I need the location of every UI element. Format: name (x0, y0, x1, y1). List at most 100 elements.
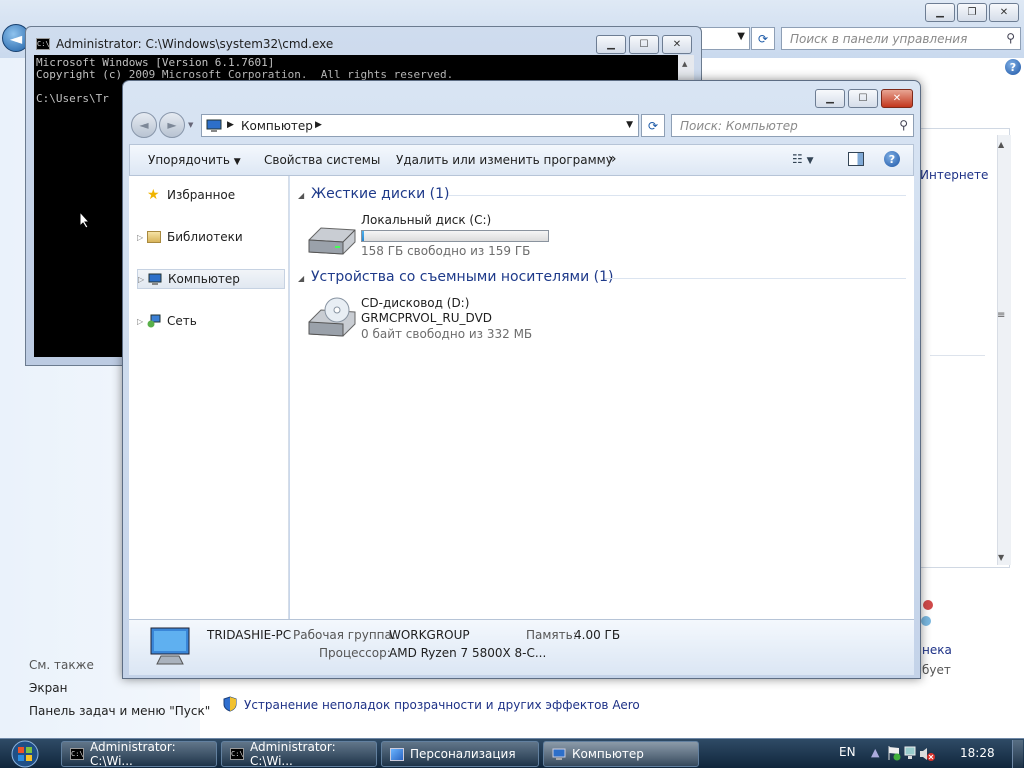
cp-right-link[interactable]: Интернете (920, 168, 988, 182)
refresh-icon[interactable]: ⟳ (751, 27, 775, 50)
drive-c-usage-fill (362, 231, 364, 241)
display-link[interactable]: Экран (29, 681, 67, 695)
system-properties-button[interactable]: Свойства системы (264, 153, 380, 167)
recent-pages-icon[interactable]: ▼ (188, 121, 193, 129)
computer-icon (206, 119, 222, 133)
help-icon[interactable]: ? (1005, 59, 1021, 75)
organize-button[interactable]: Упорядочить ▼ (148, 153, 241, 167)
cmd-maximize-button[interactable]: ☐ (629, 35, 659, 54)
explorer-maximize-button[interactable]: ☐ (848, 89, 878, 108)
drive-c-usage-bar (361, 230, 549, 242)
uninstall-program-button[interactable]: Удалить или изменить программу (396, 153, 613, 167)
drive-c-name[interactable]: Локальный диск (C:) (361, 213, 491, 227)
start-button[interactable] (5, 739, 45, 768)
language-indicator[interactable]: EN (839, 745, 856, 759)
dropdown-arrow-icon: ▼ (233, 157, 241, 167)
refresh-icon[interactable]: ⟳ (641, 114, 665, 137)
cmd-icon: C:\ (230, 748, 244, 760)
explorer-close-button[interactable]: ✕ (881, 89, 913, 108)
cp-right-fragment-2: бует (922, 663, 951, 677)
scroll-up-icon[interactable]: ▲ (678, 60, 687, 68)
cp-address-bar[interactable]: ▼ (700, 27, 750, 50)
dropdown-arrow-icon[interactable]: ▼ (626, 120, 633, 130)
cmd-title: Administrator: C:\Windows\system32\cmd.e… (56, 37, 334, 51)
taskbar-start-link[interactable]: Панель задач и меню "Пуск" (29, 704, 210, 718)
drive-c-free-space: 158 ГБ свободно из 159 ГБ (361, 244, 531, 258)
scroll-up-icon[interactable]: ▲ (998, 140, 1004, 149)
cp-scrollbar[interactable] (997, 135, 1011, 565)
task-computer[interactable]: Компьютер (543, 741, 699, 767)
preview-pane-icon[interactable] (848, 152, 864, 166)
help-icon: ? (884, 151, 900, 167)
forward-button[interactable]: ► (159, 112, 185, 138)
cmd-icon: C:\ (70, 748, 84, 760)
clock[interactable]: 18:28 (960, 746, 995, 760)
cp-restore-button[interactable]: ❐ (957, 3, 987, 22)
drive-d-label: GRMCPRVOL_RU_DVD (361, 311, 493, 325)
hard-drive-icon[interactable] (305, 218, 359, 258)
cpu-value: AMD Ryzen 7 5800X 8-C... (389, 646, 547, 660)
nav-favorites[interactable]: ★ Избранное (137, 185, 285, 205)
expand-arrow-icon[interactable]: ▷ (137, 317, 147, 326)
expand-arrow-icon[interactable]: ▷ (138, 275, 148, 284)
scroll-down-icon[interactable]: ▼ (998, 553, 1004, 562)
drive-d-name[interactable]: CD-дисковод (D:) (361, 296, 469, 310)
group-heading-hard-drives[interactable]: Жесткие диски (1) (311, 186, 449, 202)
details-pane: TRIDASHIE-PC Рабочая группа: WORKGROUP П… (129, 619, 914, 675)
group-heading-removable[interactable]: Устройства со съемными носителями (1) (311, 269, 613, 285)
show-hidden-icons-icon[interactable]: ▲ (871, 746, 879, 759)
cp-minimize-button[interactable]: ▁ (925, 3, 955, 22)
search-icon[interactable]: ⚲ (1006, 31, 1015, 45)
view-options-icon[interactable]: ☷ ▼ (792, 152, 814, 166)
task-cmd-1[interactable]: C:\ Administrator: C:\Wi... (61, 740, 217, 768)
cmd-line: C:\Users\Tr (36, 92, 109, 105)
collapse-arrow-icon[interactable]: ◢ (298, 274, 304, 283)
workgroup-value: WORKGROUP (389, 628, 470, 642)
nav-computer[interactable]: ▷ Компьютер (137, 269, 285, 289)
divider (930, 355, 985, 356)
windows-logo-icon (11, 740, 39, 768)
explorer-minimize-button[interactable]: ▁ (815, 89, 845, 108)
cmd-close-button[interactable]: ✕ (662, 35, 692, 54)
collapse-arrow-icon[interactable]: ◢ (298, 191, 304, 200)
show-desktop-button[interactable] (1012, 740, 1023, 768)
network-icon[interactable] (903, 746, 917, 760)
cp-right-fragment-1[interactable]: нека (922, 643, 952, 657)
taskbar: C:\ Administrator: C:\Wi... C:\ Administra… (0, 738, 1024, 768)
cmd-icon: C:\ (36, 38, 50, 50)
memory-value: 4.00 ГБ (574, 628, 621, 642)
computer-icon (148, 273, 162, 285)
computer-icon (147, 626, 193, 666)
volume-muted-icon[interactable] (919, 746, 935, 762)
nav-network[interactable]: ▷ Сеть (137, 311, 285, 331)
explorer-address-bar[interactable]: ▶ Компьютер ▶ ▼ (201, 114, 639, 137)
expand-arrow-icon[interactable]: ▷ (137, 233, 147, 242)
more-commands-button[interactable]: » (608, 151, 617, 167)
nav-libraries[interactable]: ▷ Библиотеки (137, 227, 285, 247)
explorer-search-input[interactable]: Поиск: Компьютер ⚲ (671, 114, 914, 137)
explorer-command-bar: Упорядочить ▼ Свойства системы Удалить и… (129, 144, 914, 176)
breadcrumb-arrow-icon[interactable]: ▶ (227, 120, 234, 130)
cp-close-button[interactable]: ✕ (989, 3, 1019, 22)
cd-drive-icon[interactable] (305, 296, 359, 340)
back-button[interactable]: ◄ (131, 112, 157, 138)
group-divider (448, 195, 906, 196)
task-personalization[interactable]: Персонализация (381, 741, 539, 767)
cp-search-input[interactable]: Поиск в панели управления ⚲ (781, 27, 1021, 50)
memory-label: Память: (526, 628, 577, 642)
explorer-window[interactable]: ▁ ☐ ✕ ◄ ► ▼ ▶ Компьютер ▶ ▼ ⟳ Поиск: Ком… (122, 80, 921, 679)
cmd-minimize-button[interactable]: ▁ (596, 35, 626, 54)
help-button[interactable]: ? (884, 151, 900, 167)
search-icon[interactable]: ⚲ (899, 118, 908, 132)
aero-troubleshoot-link[interactable]: Устранение неполадок прозрачности и друг… (244, 698, 640, 712)
dropdown-arrow-icon[interactable]: ▼ (737, 31, 745, 42)
shield-icon (222, 696, 238, 712)
sound-icon (918, 595, 938, 635)
breadcrumb-arrow-icon[interactable]: ▶ (315, 120, 322, 130)
breadcrumb-computer[interactable]: Компьютер (241, 119, 313, 133)
libraries-icon (147, 231, 161, 243)
action-center-flag-icon[interactable] (887, 745, 901, 761)
workgroup-label: Рабочая группа: (293, 628, 396, 642)
scroll-grip-icon[interactable]: ≡ (997, 310, 1005, 321)
task-cmd-2[interactable]: C:\ Administrator: C:\Wi... (221, 740, 377, 768)
